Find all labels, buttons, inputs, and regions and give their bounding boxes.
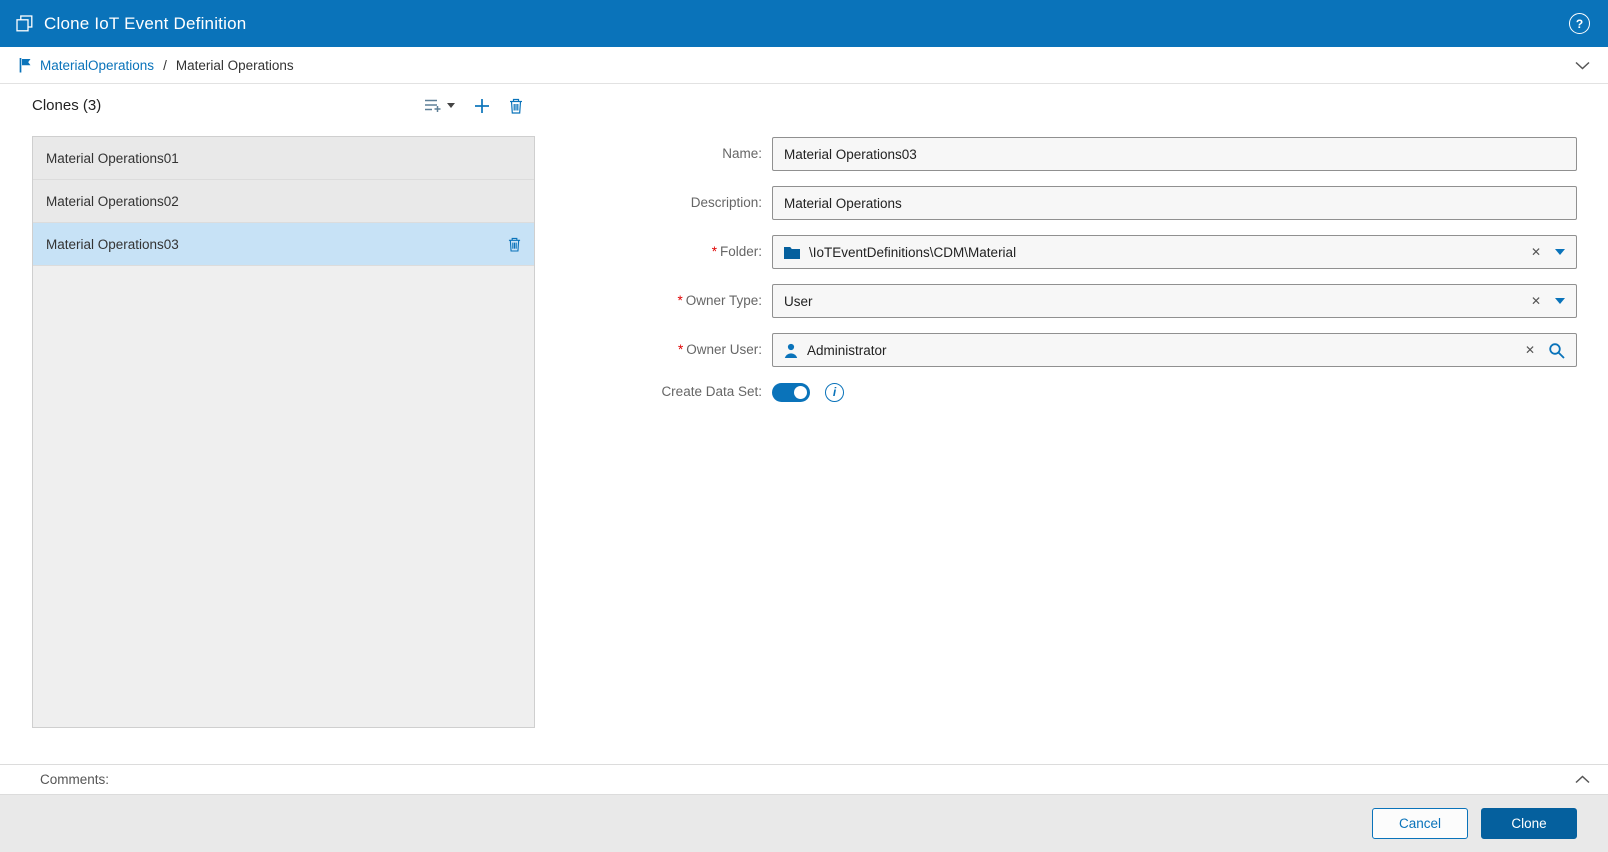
required-marker: * [677, 342, 684, 357]
description-label: Description: [690, 195, 762, 210]
owner-type-value: User [784, 293, 813, 309]
clear-icon[interactable]: ✕ [1531, 246, 1541, 258]
object-flag-icon [18, 57, 32, 73]
clone-list: Material Operations01 Material Operation… [32, 136, 535, 728]
required-marker: * [677, 293, 683, 308]
breadcrumb-root-link[interactable]: MaterialOperations [40, 58, 154, 73]
info-icon[interactable]: i [825, 382, 844, 402]
collapse-panel-chevron-icon[interactable] [1575, 61, 1590, 70]
clone-list-item[interactable]: Material Operations01 [33, 137, 534, 180]
name-input[interactable] [772, 137, 1577, 171]
title-bar: Clone IoT Event Definition ? [0, 0, 1608, 47]
owner-type-combobox[interactable]: User ✕ [772, 284, 1577, 318]
search-icon[interactable] [1548, 342, 1565, 359]
toggle-knob [794, 385, 807, 399]
dropdown-caret-icon[interactable] [1555, 298, 1565, 304]
add-clone-button[interactable] [474, 98, 490, 114]
folder-combobox[interactable]: \IoTEventDefinitions\CDM\Material ✕ [772, 235, 1577, 269]
description-row: Description: [620, 186, 1577, 220]
clone-icon [16, 15, 33, 32]
folder-icon [784, 246, 800, 259]
page-title: Clone IoT Event Definition [44, 13, 247, 33]
help-icon[interactable]: ? [1569, 13, 1590, 34]
description-input[interactable] [772, 186, 1577, 220]
comments-label: Comments: [40, 772, 110, 787]
clone-item-label: Material Operations03 [46, 236, 179, 252]
main-content: Clones (3) Material Operations01 Materia… [0, 84, 1608, 764]
breadcrumb-separator: / [163, 57, 167, 73]
create-data-set-label: Create Data Set: [661, 384, 762, 399]
clone-item-label: Material Operations01 [46, 150, 179, 166]
owner-type-row: * Owner Type: User ✕ [620, 284, 1577, 318]
trash-icon [508, 237, 521, 252]
dropdown-caret-icon [447, 103, 455, 108]
create-data-set-toggle[interactable] [772, 382, 810, 402]
create-data-set-row: Create Data Set: i [620, 382, 1577, 402]
comments-section: Comments: [0, 764, 1608, 795]
row-delete-button[interactable] [508, 237, 521, 252]
required-marker: * [711, 244, 717, 259]
comments-expand-chevron-icon[interactable] [1575, 775, 1590, 784]
footer-bar: Cancel Clone [0, 795, 1608, 852]
user-icon [784, 343, 798, 358]
clones-panel-header: Clones (3) [32, 97, 535, 114]
delete-clone-button[interactable] [509, 98, 523, 114]
owner-type-label: * Owner Type: [677, 293, 762, 308]
clear-icon[interactable]: ✕ [1525, 344, 1535, 356]
clone-item-label: Material Operations02 [46, 193, 179, 209]
owner-user-label: * Owner User: [677, 342, 762, 357]
clone-list-item[interactable]: Material Operations02 [33, 180, 534, 223]
clone-button[interactable]: Clone [1481, 808, 1577, 839]
trash-icon [509, 98, 523, 114]
cancel-button[interactable]: Cancel [1372, 808, 1468, 839]
folder-row: * Folder: \IoTEventDefinitions\CDM\Materi… [620, 235, 1577, 269]
breadcrumb: MaterialOperations / Material Operations [0, 47, 1608, 84]
clones-heading: Clones (3) [32, 97, 102, 114]
clone-list-item-selected[interactable]: Material Operations03 [33, 223, 534, 266]
list-options-button[interactable] [425, 98, 455, 113]
clear-icon[interactable]: ✕ [1531, 295, 1541, 307]
owner-user-row: * Owner User: Administrator ✕ [620, 333, 1577, 367]
name-row: Name: [620, 137, 1577, 171]
folder-label: * Folder: [711, 244, 762, 259]
breadcrumb-current: Material Operations [175, 57, 294, 73]
owner-user-field[interactable]: Administrator ✕ [772, 333, 1577, 367]
clones-toolbar [425, 98, 535, 114]
folder-value: \IoTEventDefinitions\CDM\Material [809, 244, 1017, 260]
clone-form: Name: Description: *Folder: \IoTEventDef… [620, 137, 1577, 417]
plus-icon [474, 98, 490, 114]
list-options-icon [425, 98, 442, 113]
owner-user-value: Administrator [807, 342, 887, 358]
name-label: Name: [722, 146, 762, 161]
dropdown-caret-icon[interactable] [1555, 249, 1565, 255]
